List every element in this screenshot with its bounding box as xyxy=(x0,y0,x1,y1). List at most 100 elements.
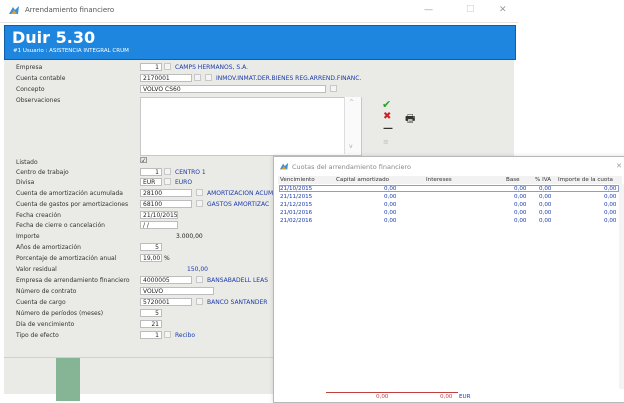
cell-iva: 0,00 xyxy=(539,194,552,200)
num-contrato-label: Número de contrato xyxy=(16,288,77,295)
lookup-icon[interactable] xyxy=(196,276,203,283)
col-base[interactable]: Base xyxy=(506,177,520,183)
fecha-creacion-field[interactable]: 21/10/2015 xyxy=(140,211,178,219)
app-version-title: Duir 5.30 xyxy=(12,28,96,47)
valor-residual-label: Valor residual xyxy=(16,266,57,273)
col-vencimiento[interactable]: Vencimiento xyxy=(280,177,315,183)
cell-iva: 0,00 xyxy=(539,210,552,216)
fecha-cierre-field[interactable]: / / xyxy=(140,221,178,229)
window-title: Arrendamiento financiero xyxy=(25,6,115,14)
maximize-button[interactable]: □ xyxy=(466,4,475,14)
scroll-down-icon[interactable]: v xyxy=(349,143,353,150)
concepto-field[interactable]: VOLVO CS60 xyxy=(140,85,326,93)
dia-venc-field[interactable]: 21 xyxy=(140,320,162,328)
cuenta-contable-label: Cuenta contable xyxy=(16,75,66,82)
cell-base: 0,00 xyxy=(514,210,527,216)
cta-amort-acum-desc: AMORTIZACION ACUM xyxy=(207,190,274,197)
cell-importe: 0,00 xyxy=(604,194,617,200)
status-strip xyxy=(56,358,80,401)
cell-capital: 0,00 xyxy=(384,194,397,200)
cancel-icon[interactable]: ✖ xyxy=(383,111,391,122)
cell-capital: 0,00 xyxy=(384,218,397,224)
lookup-icon[interactable] xyxy=(196,298,203,305)
close-button[interactable]: ✕ xyxy=(499,5,507,15)
tipo-efecto-desc: Recibo xyxy=(175,332,196,339)
title-bar: Arrendamiento financiero — □ ✕ xyxy=(0,0,518,23)
app-header: Duir 5.30 #1 Usuario : ASISTENCIA INTEGR… xyxy=(4,25,516,60)
dialog-close-button[interactable]: ✕ xyxy=(616,162,622,170)
percent-unit: % xyxy=(164,255,170,262)
cta-amort-acum-label: Cuenta de amortización acumulada xyxy=(16,190,123,197)
cell-importe: 0,00 xyxy=(604,186,617,192)
table-row[interactable]: 21/12/2015 0,00 0,00 0,00 0,00 xyxy=(278,202,622,209)
cta-gastos-field[interactable]: 68100 xyxy=(140,200,192,208)
table-row[interactable]: 21/02/2016 0,00 0,00 0,00 0,00 xyxy=(278,218,622,225)
empresa-field[interactable]: 1 xyxy=(140,63,162,71)
lookup-icon[interactable] xyxy=(164,63,171,70)
cuotas-dialog: Cuotas del arrendamiento financiero ✕ Ve… xyxy=(273,156,624,403)
total-capital: 0,00 xyxy=(376,394,389,400)
lookup-icon[interactable] xyxy=(164,178,171,185)
porc-amort-field[interactable]: 19,00 xyxy=(140,254,162,262)
table-row[interactable]: 21/11/2015 0,00 0,00 0,00 0,00 xyxy=(278,194,622,201)
scroll-up-icon[interactable]: ^ xyxy=(349,99,354,106)
table-row[interactable]: 21/01/2016 0,00 0,00 0,00 0,00 xyxy=(278,210,622,217)
cell-capital: 0,00 xyxy=(384,202,397,208)
divisa-label: Divisa xyxy=(16,179,35,186)
table-row[interactable]: 21/10/2015 0,00 0,00 0,00 0,00 xyxy=(278,186,622,193)
cta-amort-acum-field[interactable]: 28100 xyxy=(140,189,192,197)
tipo-efecto-field[interactable]: 1 xyxy=(140,331,162,339)
anos-amort-field[interactable]: 5 xyxy=(140,243,162,251)
accept-icon[interactable]: ✔ xyxy=(382,98,391,111)
fecha-creacion-label: Fecha creación xyxy=(16,212,61,219)
num-periodos-field[interactable]: 5 xyxy=(140,309,162,317)
num-contrato-field[interactable]: VOLVO xyxy=(140,287,214,295)
app-icon xyxy=(9,6,19,14)
cuenta-contable-field[interactable]: 2170001 xyxy=(140,74,192,82)
lookup-icon[interactable] xyxy=(196,189,203,196)
minimize-button[interactable]: — xyxy=(424,5,433,15)
col-importe-cuota[interactable]: Importe de la cuota xyxy=(558,177,613,183)
tipo-efecto-label: Tipo de efecto xyxy=(16,332,59,339)
cell-base: 0,00 xyxy=(514,194,527,200)
col-capital[interactable]: Capital amortizado xyxy=(336,177,389,183)
centro-field[interactable]: 1 xyxy=(140,168,162,176)
cta-cargo-desc: BANCO SANTANDER xyxy=(207,299,268,306)
empresa-arr-label: Empresa de arrendamiento financiero xyxy=(16,277,130,284)
lookup-icon[interactable] xyxy=(194,74,201,81)
centro-desc: CENTRO 1 xyxy=(175,169,206,176)
cta-gastos-label: Cuenta de gastos por amortizaciones xyxy=(16,201,129,208)
dialog-title: Cuotas del arrendamiento financiero xyxy=(292,163,411,171)
user-info: #1 Usuario : ASISTENCIA INTEGRAL CRUM xyxy=(13,48,129,54)
lookup-icon[interactable] xyxy=(205,74,212,81)
dialog-title-bar: Cuotas del arrendamiento financiero ✕ xyxy=(274,157,624,175)
cuotas-grid: 21/10/2015 0,00 0,00 0,00 0,00 21/11/201… xyxy=(278,184,622,384)
cell-iva: 0,00 xyxy=(539,218,552,224)
importe-value[interactable]: 3.000,00 xyxy=(176,233,203,240)
divisa-desc: EURO xyxy=(175,179,193,186)
listado-checkbox[interactable]: ☑ xyxy=(140,156,147,165)
lookup-icon[interactable] xyxy=(196,200,203,207)
delete-icon[interactable]: — xyxy=(383,123,393,134)
col-iva[interactable]: % IVA xyxy=(535,177,551,183)
print-icon[interactable]: 🖶 xyxy=(405,110,415,129)
empresa-arr-field[interactable]: 4000005 xyxy=(140,276,192,284)
lookup-icon[interactable] xyxy=(164,331,171,338)
cell-importe: 0,00 xyxy=(604,210,617,216)
cell-vencimiento: 21/02/2016 xyxy=(280,218,313,224)
divisa-field[interactable]: EUR xyxy=(140,178,162,186)
lookup-icon[interactable] xyxy=(330,85,337,92)
col-intereses[interactable]: Intereses xyxy=(426,177,452,183)
cell-iva: 0,00 xyxy=(539,186,552,192)
cell-vencimiento: 21/12/2015 xyxy=(280,202,313,208)
observaciones-scrollbar[interactable]: ^ v xyxy=(344,97,361,154)
lookup-icon[interactable] xyxy=(164,168,171,175)
porc-amort-label: Porcentaje de amortización anual xyxy=(16,255,117,262)
observaciones-textarea[interactable] xyxy=(140,97,362,156)
grid-scrollbar[interactable] xyxy=(619,184,624,389)
empresa-label: Empresa xyxy=(16,64,43,71)
cta-cargo-field[interactable]: 5720001 xyxy=(140,298,192,306)
listado-label: Listado xyxy=(16,159,38,166)
menu-icon[interactable]: ≡ xyxy=(383,138,389,146)
cell-vencimiento: 21/10/2015 xyxy=(280,186,313,192)
